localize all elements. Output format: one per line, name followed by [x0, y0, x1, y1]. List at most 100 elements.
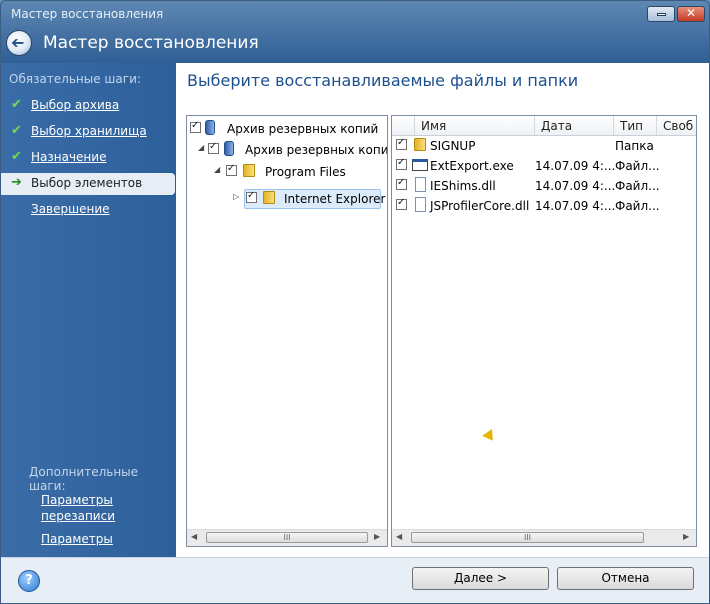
step-item-selection[interactable]: ➔ Выбор элементов — [1, 173, 175, 195]
overwrite-options-link[interactable]: Параметры перезаписи — [41, 492, 141, 524]
step-label: Завершение — [31, 202, 110, 216]
close-button[interactable]: ✕ — [677, 6, 705, 22]
checkmark-icon: ✓ — [397, 197, 406, 208]
next-button[interactable]: Далее > — [412, 567, 549, 590]
wizard-header: ➔ Мастер восстановления — [1, 27, 709, 63]
tree-horizontal-scrollbar[interactable]: ◀ III ▶ — [187, 529, 387, 546]
tree-item-label: Архив резервных копий — [245, 143, 388, 157]
back-arrow-icon: ➔ — [11, 33, 25, 52]
checkmark-icon: ✓ — [397, 157, 406, 168]
scroll-left-icon[interactable]: ◀ — [191, 532, 197, 541]
column-header-type[interactable]: Тип — [614, 116, 657, 135]
tree-checkbox[interactable]: ✓ — [246, 190, 257, 203]
file-name: SIGNUP — [430, 139, 476, 153]
file-type: Файл... — [615, 159, 660, 173]
file-icon — [415, 197, 426, 212]
step-label: Выбор хранилища — [31, 124, 147, 138]
window-title: Мастер восстановления — [11, 7, 164, 21]
back-button[interactable]: ➔ — [6, 30, 32, 56]
step-destination[interactable]: ✔ Назначение — [1, 147, 176, 169]
table-row[interactable]: ✓ JSProfilerCore.dll 14.07.09 4:... Файл… — [392, 196, 696, 216]
tree-checkbox[interactable]: ✓ — [208, 141, 219, 154]
tree-item-archive-root[interactable]: ✓ Архив резервных копий — [187, 119, 387, 139]
column-header-check — [392, 116, 415, 135]
scroll-right-icon[interactable]: ▶ — [374, 532, 380, 541]
minimize-button[interactable] — [647, 6, 675, 22]
minimize-icon — [657, 13, 666, 16]
folder-icon — [414, 138, 426, 151]
scrollbar-thumb[interactable]: III — [411, 532, 644, 543]
list-horizontal-scrollbar[interactable]: ◀ III ▶ — [392, 529, 696, 546]
file-date: 14.07.09 4:... — [535, 179, 616, 193]
step-storage-selection[interactable]: ✔ Выбор хранилища — [1, 121, 176, 143]
cancel-button[interactable]: Отмена — [557, 567, 694, 590]
file-icon — [415, 177, 426, 192]
current-step-arrow-icon: ➔ — [11, 175, 22, 190]
expanded-arrow-icon[interactable]: ◢ — [214, 165, 220, 174]
tree-item-program-files[interactable]: ◢ ✓ Program Files — [187, 162, 387, 182]
disk-icon — [205, 120, 215, 135]
checkmark-icon: ✓ — [227, 163, 236, 174]
archive-tree[interactable]: ✓ Архив резервных копий ◢ ✓ Архив резерв… — [186, 115, 388, 547]
scrollbar-thumb[interactable]: III — [206, 532, 368, 543]
folder-icon — [263, 191, 275, 204]
scroll-right-icon[interactable]: ▶ — [683, 532, 689, 541]
tree-checkbox[interactable]: ✓ — [190, 120, 201, 133]
step-label: Выбор архива — [31, 98, 120, 112]
checkmark-icon: ✓ — [397, 177, 406, 188]
row-checkbox[interactable]: ✓ — [396, 177, 407, 190]
help-icon: ? — [25, 573, 33, 588]
optional-steps-heading: Дополнительные шаги: — [29, 465, 139, 493]
scroll-left-icon[interactable]: ◀ — [396, 532, 402, 541]
column-header-date[interactable]: Дата — [535, 116, 614, 135]
button-bar: ? Далее > Отмена — [1, 557, 709, 603]
step-finish[interactable]: Завершение — [1, 199, 176, 221]
main-content: Выберите восстанавливаемые файлы и папки… — [176, 63, 709, 557]
step-label: Выбор элементов — [31, 176, 143, 190]
step-archive-selection[interactable]: ✔ Выбор архива — [1, 95, 176, 117]
tree-item-internet-explorer[interactable]: ▷ ✓ Internet Explorer — [187, 189, 387, 209]
page-title: Выберите восстанавливаемые файлы и папки — [187, 71, 579, 90]
row-checkbox[interactable]: ✓ — [396, 197, 407, 210]
collapsed-arrow-icon[interactable]: ▷ — [233, 192, 239, 201]
file-type: Файл... — [615, 199, 660, 213]
check-icon: ✔ — [11, 149, 22, 164]
step-label: Назначение — [31, 150, 107, 164]
disk-icon — [224, 141, 234, 156]
restore-wizard-window: Мастер восстановления ✕ ➔ Мастер восстан… — [0, 0, 710, 604]
file-date: 14.07.09 4:... — [535, 199, 616, 213]
file-name: ExtExport.exe — [430, 159, 514, 173]
table-row[interactable]: ✓ ExtExport.exe 14.07.09 4:... Файл... — [392, 156, 696, 176]
column-header-row: Имя Дата Тип Своб — [392, 116, 696, 136]
file-type: Файл... — [615, 179, 660, 193]
tree-item-label: Архив резервных копий — [227, 122, 379, 136]
checkmark-icon: ✓ — [209, 141, 218, 152]
tree-item-archive[interactable]: ◢ ✓ Архив резервных копий — [187, 140, 387, 160]
row-checkbox[interactable]: ✓ — [396, 137, 407, 150]
file-type: Папка — [615, 139, 654, 153]
table-row[interactable]: ✓ IEShims.dll 14.07.09 4:... Файл... — [392, 176, 696, 196]
folder-icon — [243, 164, 255, 177]
table-row[interactable]: ✓ SIGNUP Папка — [392, 136, 696, 156]
wizard-steps-sidebar: Обязательные шаги: ✔ Выбор архива ✔ Выбо… — [1, 63, 176, 557]
tree-checkbox[interactable]: ✓ — [226, 163, 237, 176]
column-header-name[interactable]: Имя — [415, 116, 535, 135]
checkmark-icon: ✓ — [397, 137, 406, 148]
file-name: IEShims.dll — [430, 179, 496, 193]
help-button[interactable]: ? — [18, 570, 40, 592]
title-bar[interactable]: Мастер восстановления ✕ — [1, 1, 709, 27]
check-icon: ✔ — [11, 97, 22, 112]
tree-item-label: Program Files — [265, 165, 346, 179]
wizard-title: Мастер восстановления — [43, 33, 259, 53]
check-icon: ✔ — [11, 123, 22, 138]
executable-icon — [412, 159, 428, 171]
column-header-properties[interactable]: Своб — [657, 116, 696, 135]
row-checkbox[interactable]: ✓ — [396, 157, 407, 170]
tree-item-label: Internet Explorer — [284, 192, 386, 206]
close-icon: ✕ — [685, 6, 697, 20]
checkmark-icon: ✓ — [191, 120, 200, 131]
options-link[interactable]: Параметры — [41, 531, 113, 547]
checkmark-icon: ✓ — [247, 190, 256, 201]
expanded-arrow-icon[interactable]: ◢ — [198, 143, 204, 152]
file-list[interactable]: Имя Дата Тип Своб ✓ SIGNUP Папка ✓ ExtEx… — [391, 115, 697, 547]
